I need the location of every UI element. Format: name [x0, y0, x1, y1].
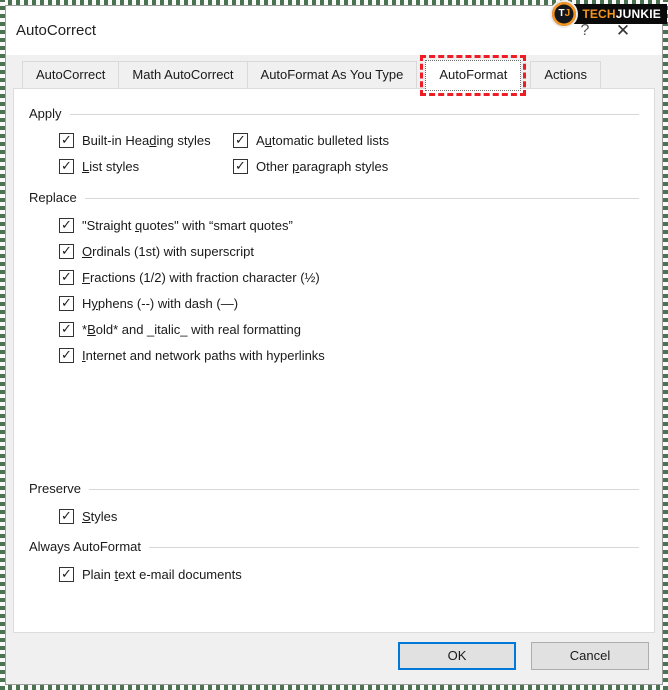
check-icon: ✓: [235, 133, 246, 146]
checkbox[interactable]: ✓: [59, 159, 74, 174]
tab-actions[interactable]: Actions: [530, 61, 601, 88]
check-icon: ✓: [61, 567, 72, 580]
check-icon: ✓: [61, 133, 72, 146]
checkbox-label: *Bold* and _italic_ with real formatting: [82, 322, 301, 337]
check-icon: ✓: [61, 270, 72, 283]
check-icon: ✓: [61, 244, 72, 257]
tab-autocorrect[interactable]: AutoCorrect: [22, 61, 119, 88]
ok-button[interactable]: OK: [398, 642, 516, 670]
checkbox[interactable]: ✓: [59, 218, 74, 233]
checkbox-row-other-paragraph-styles[interactable]: ✓ Other paragraph styles: [233, 159, 389, 174]
tab-strip: AutoCorrect Math AutoCorrect AutoFormat …: [13, 55, 655, 88]
always-autoformat-options: ✓ Plain text e-mail documents: [59, 567, 639, 582]
checkbox-row-styles[interactable]: ✓ Styles: [59, 509, 639, 524]
checkbox[interactable]: ✓: [59, 348, 74, 363]
checkbox-label: Internet and network paths with hyperlin…: [82, 348, 325, 363]
checkbox-label: Other paragraph styles: [256, 159, 388, 174]
replace-options: ✓ "Straight quotes" with “smart quotes” …: [59, 218, 639, 363]
tab-autoformat-as-you-type[interactable]: AutoFormat As You Type: [247, 61, 418, 88]
checkbox[interactable]: ✓: [233, 159, 248, 174]
checkbox-label: Built-in Heading styles: [82, 133, 211, 148]
checkbox-row-hyphens-dash[interactable]: ✓ Hyphens (--) with dash (—): [59, 296, 639, 311]
selection-border-right: [663, 0, 668, 690]
check-icon: ✓: [235, 159, 246, 172]
checkbox-row-plain-text-email[interactable]: ✓ Plain text e-mail documents: [59, 567, 639, 582]
autocorrect-dialog: AutoCorrect ? ✕ AutoCorrect Math AutoCor…: [5, 5, 663, 685]
apply-options: ✓ Built-in Heading styles ✓ Automatic bu…: [59, 133, 639, 174]
checkbox-label: Ordinals (1st) with superscript: [82, 244, 254, 259]
selection-border-bottom: [0, 685, 668, 690]
section-preserve: Preserve: [29, 481, 639, 496]
checkbox[interactable]: ✓: [59, 244, 74, 259]
section-replace: Replace: [29, 190, 639, 205]
autoformat-tab-page: Apply ✓ Built-in Heading styles ✓ Automa…: [13, 88, 655, 633]
checkbox-row-straight-quotes[interactable]: ✓ "Straight quotes" with “smart quotes”: [59, 218, 639, 233]
cancel-button[interactable]: Cancel: [531, 642, 649, 670]
dialog-body: AutoCorrect Math AutoCorrect AutoFormat …: [6, 55, 662, 684]
checkbox-row-ordinals-superscript[interactable]: ✓ Ordinals (1st) with superscript: [59, 244, 639, 259]
check-icon: ✓: [61, 159, 72, 172]
red-dashed-annotation: AutoFormat: [420, 55, 526, 96]
check-icon: ✓: [61, 509, 72, 522]
check-icon: ✓: [61, 218, 72, 231]
section-preserve-title: Preserve: [29, 481, 81, 496]
checkbox[interactable]: ✓: [59, 270, 74, 285]
checkbox-label: Fractions (1/2) with fraction character …: [82, 270, 320, 285]
section-apply-title: Apply: [29, 106, 62, 121]
tab-math-autocorrect[interactable]: Math AutoCorrect: [118, 61, 247, 88]
checkbox[interactable]: ✓: [59, 567, 74, 582]
checkbox[interactable]: ✓: [233, 133, 248, 148]
section-divider: [70, 114, 639, 115]
checkbox[interactable]: ✓: [59, 133, 74, 148]
checkbox-row-internet-paths[interactable]: ✓ Internet and network paths with hyperl…: [59, 348, 639, 363]
screenshot-frame: AutoCorrect ? ✕ AutoCorrect Math AutoCor…: [0, 0, 668, 690]
section-divider: [85, 198, 639, 199]
preserve-options: ✓ Styles: [59, 509, 639, 524]
checkbox[interactable]: ✓: [59, 296, 74, 311]
checkbox[interactable]: ✓: [59, 509, 74, 524]
checkbox-label: Hyphens (--) with dash (—): [82, 296, 238, 311]
checkbox-label: Plain text e-mail documents: [82, 567, 242, 582]
checkbox-label: Styles: [82, 509, 117, 524]
checkbox-row-bold-italic[interactable]: ✓ *Bold* and _italic_ with real formatti…: [59, 322, 639, 337]
dialog-footer: OK Cancel: [13, 633, 655, 684]
check-icon: ✓: [61, 322, 72, 335]
section-apply: Apply: [29, 106, 639, 121]
section-divider: [149, 547, 639, 548]
checkbox[interactable]: ✓: [59, 322, 74, 337]
section-always-autoformat-title: Always AutoFormat: [29, 539, 141, 554]
check-icon: ✓: [61, 296, 72, 309]
section-always-autoformat: Always AutoFormat: [29, 539, 639, 554]
techjunkie-logo: TJ TECHJUNKIE: [550, 0, 667, 28]
selection-border-left: [0, 0, 5, 690]
checkbox-label: List styles: [82, 159, 139, 174]
techjunkie-wordmark: TECHJUNKIE: [571, 4, 667, 24]
check-icon: ✓: [61, 348, 72, 361]
checkbox-row-automatic-bulleted-lists[interactable]: ✓ Automatic bulleted lists: [233, 133, 389, 148]
checkbox-row-fractions[interactable]: ✓ Fractions (1/2) with fraction characte…: [59, 270, 639, 285]
section-replace-title: Replace: [29, 190, 77, 205]
checkbox-row-built-in-heading-styles[interactable]: ✓ Built-in Heading styles: [59, 133, 233, 148]
checkbox-label: "Straight quotes" with “smart quotes”: [82, 218, 293, 233]
section-divider: [89, 489, 639, 490]
dialog-title: AutoCorrect: [16, 22, 96, 39]
checkbox-row-list-styles[interactable]: ✓ List styles: [59, 159, 233, 174]
tab-autoformat[interactable]: AutoFormat: [425, 60, 521, 91]
checkbox-label: Automatic bulleted lists: [256, 133, 389, 148]
